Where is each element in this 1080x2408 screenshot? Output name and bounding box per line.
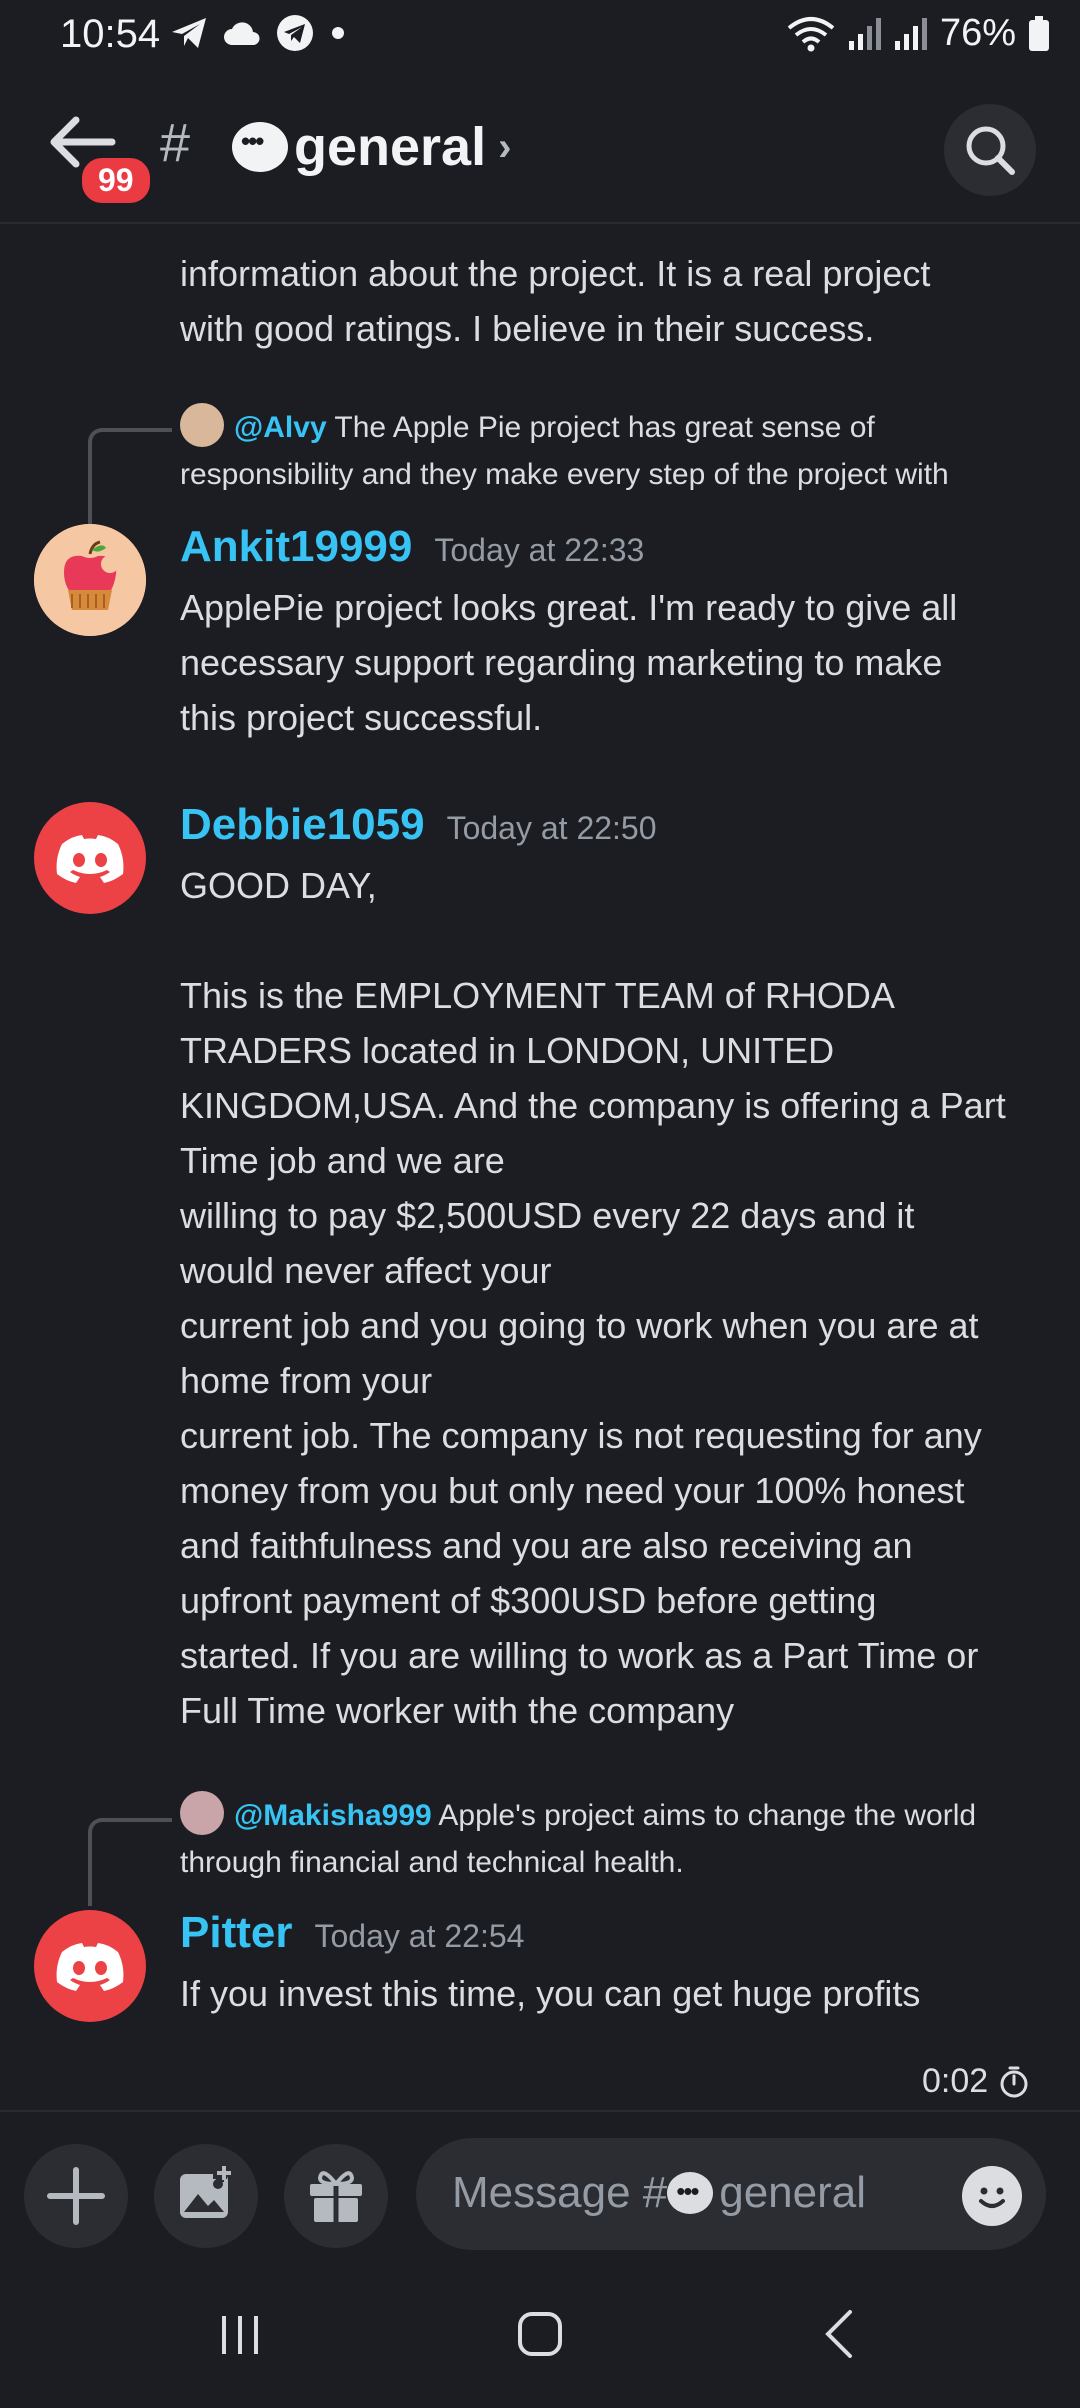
speech-bubble-icon: [667, 2172, 714, 2214]
recent-apps-icon[interactable]: [210, 2304, 270, 2364]
channel-title[interactable]: general ›: [232, 116, 511, 178]
nav-back-icon[interactable]: [810, 2304, 870, 2364]
plus-icon: [47, 2167, 105, 2225]
avatar: [180, 403, 224, 448]
cloud-icon: [224, 22, 260, 45]
apple-pie-logo: [34, 524, 146, 636]
signal-icon: [848, 17, 881, 50]
username[interactable]: Pitter: [180, 1908, 292, 1958]
status-bar: 10:54 76%: [0, 0, 1080, 72]
wifi-icon: [787, 16, 835, 51]
search-icon: [966, 126, 1015, 175]
system-nav-bar: [0, 2260, 1080, 2408]
message-body: ApplePie project looks great. I'm ready …: [180, 587, 958, 738]
search-button[interactable]: [944, 104, 1036, 196]
gift-icon: [310, 2171, 362, 2222]
speech-bubble-icon: [232, 122, 288, 172]
slowmode-timer: 0:02: [922, 2062, 1030, 2101]
timer-icon: [1000, 2066, 1028, 2097]
emoji-button[interactable]: [962, 2166, 1022, 2226]
message-body: If you invest this time, you can get hug…: [180, 1973, 921, 2014]
reply-connector: [88, 1818, 172, 1906]
avatar[interactable]: [34, 524, 146, 636]
chevron-right-icon: ›: [498, 124, 512, 169]
avatar[interactable]: [34, 802, 146, 914]
battery-icon: [1029, 15, 1049, 51]
telegram-icon: [277, 15, 313, 51]
discord-logo-icon: [56, 1943, 124, 1991]
username[interactable]: Debbie1059: [180, 800, 425, 850]
message-list[interactable]: information about the project. It is a r…: [0, 222, 1080, 2110]
reply-preview[interactable]: @Makisha999 Apple's project aims to chan…: [180, 1791, 1060, 1886]
signal-icon: [894, 17, 927, 50]
telegram-icon: [172, 18, 206, 48]
unread-badge: 99: [78, 154, 154, 207]
avatar: [180, 1791, 224, 1836]
status-time: 10:54: [60, 12, 161, 56]
message-composer: Message # general: [0, 2110, 1080, 2262]
channel-name: general: [294, 117, 487, 177]
dot-icon: [332, 27, 344, 39]
message-body: GOOD DAY, This is the EMPLOYMENT TEAM of…: [180, 865, 1006, 1731]
media-button[interactable]: [154, 2144, 258, 2248]
username[interactable]: Ankit19999: [180, 522, 412, 572]
gift-button[interactable]: [284, 2144, 388, 2248]
timestamp: Today at 22:33: [434, 532, 645, 568]
timestamp: Today at 22:54: [314, 1918, 525, 1954]
reply-mention[interactable]: @Makisha999: [234, 1799, 432, 1832]
timestamp: Today at 22:50: [446, 810, 657, 846]
message-header: Debbie1059 Today at 22:50: [180, 800, 657, 850]
home-icon[interactable]: [508, 2304, 572, 2364]
message-body-partial: information about the project. It is a r…: [180, 253, 931, 349]
avatar[interactable]: [34, 1910, 146, 2022]
reply-mention[interactable]: @Alvy: [234, 411, 327, 444]
message-header: Ankit19999 Today at 22:33: [180, 522, 644, 572]
notification-icons: [170, 14, 348, 52]
reply-connector: [88, 428, 172, 526]
reply-preview[interactable]: @Alvy The Apple Pie project has great se…: [180, 403, 1060, 498]
message-header: Pitter Today at 22:54: [180, 1908, 524, 1958]
hash-thread-icon: #: [160, 113, 191, 173]
channel-header: 99 # general ›: [0, 72, 1080, 224]
emoji-icon: [979, 2187, 1005, 2208]
message-input[interactable]: Message # general: [416, 2138, 1046, 2250]
image-icon: [180, 2166, 231, 2218]
attach-button[interactable]: [24, 2144, 128, 2248]
battery-percent: 76%: [939, 12, 1016, 54]
discord-logo-icon: [56, 835, 124, 883]
